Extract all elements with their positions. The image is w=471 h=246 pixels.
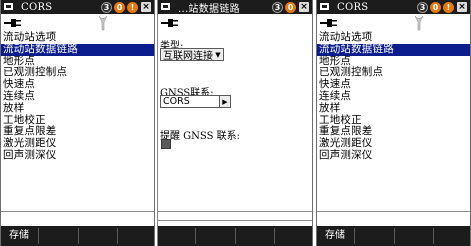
softkey-bar <box>158 226 312 246</box>
chevron-right-icon[interactable]: ▶ <box>220 95 231 108</box>
titlebar: CORS 3 0 ! × <box>1 0 154 14</box>
list-item-stakeout[interactable]: 放样 <box>317 102 470 115</box>
type-dropdown[interactable]: 互联网连接 ▼ <box>160 48 224 62</box>
softkey-bar: 存储 <box>1 226 154 246</box>
prompt-gnss-label: 提醒 GNSS 联系: <box>160 131 240 142</box>
divider <box>158 220 312 221</box>
options-list: 流动站选项 流动站数据链路 地形点 已观测控制点 快速点 连续点 放样 工地校正… <box>1 31 154 162</box>
satellite-status-icon[interactable]: 3 <box>272 1 283 13</box>
close-button[interactable]: × <box>141 2 151 12</box>
gnss-contact-field[interactable]: CORS ▶ <box>160 95 231 108</box>
titlebar: CORS 3 0 ! × <box>317 0 470 14</box>
softkey-2[interactable] <box>41 228 79 244</box>
receiver-status-icon[interactable]: 0 <box>430 1 441 13</box>
titlebar: ...站数据链路 3 0 × <box>158 0 312 15</box>
list-item-stakeout[interactable]: 放样 <box>1 102 154 115</box>
softkey-4[interactable] <box>276 228 312 244</box>
close-button[interactable]: × <box>457 2 467 12</box>
list-item-echo-sounder[interactable]: 回声测深仪 <box>317 149 470 162</box>
softkey-4[interactable] <box>119 228 154 244</box>
app-menu-icon[interactable] <box>4 2 15 12</box>
softkey-3[interactable] <box>237 228 275 244</box>
prompt-gnss-checkbox[interactable] <box>161 139 171 149</box>
window-title: CORS <box>337 1 369 13</box>
panel-right-survey-styles: CORS 3 0 ! × 流动站选项 流动站数据链路 地形点 已观测控制点 快速… <box>316 0 471 246</box>
softkey-bar: 存储 <box>317 226 470 246</box>
options-list: 流动站选项 流动站数据链路 地形点 已观测控制点 快速点 连续点 放样 工地校正… <box>317 31 470 162</box>
close-button[interactable]: × <box>299 2 309 12</box>
satellite-status-icon[interactable]: 3 <box>101 1 112 13</box>
plug-connection-icon <box>161 19 178 27</box>
softkey-2[interactable] <box>198 228 236 244</box>
panel-rover-radio: ...站数据链路 3 0 × 类型: 互联网连接 ▼ GNSS联系: CORS … <box>157 0 313 246</box>
store-softkey[interactable]: 存储 <box>317 228 355 244</box>
divider <box>158 211 312 212</box>
list-item-echo-sounder[interactable]: 回声测深仪 <box>1 149 154 162</box>
warning-icon[interactable]: ! <box>443 1 454 13</box>
panel-left-survey-styles: CORS 3 0 ! × 流动站选项 流动站数据链路 地形点 已观测控制点 快速… <box>0 0 155 246</box>
window-title: ...站数据链路 <box>178 3 240 15</box>
softkey-1[interactable] <box>158 228 196 244</box>
satellite-status-icon[interactable]: 3 <box>417 1 428 13</box>
softkey-3[interactable] <box>80 228 118 244</box>
divider <box>1 211 154 212</box>
app-menu-icon[interactable] <box>161 2 172 12</box>
softkey-3[interactable] <box>396 228 434 244</box>
gnss-contact-value[interactable]: CORS <box>160 95 220 108</box>
chevron-down-icon: ▼ <box>215 50 221 59</box>
window-title: CORS <box>21 1 53 13</box>
status-row <box>158 14 312 32</box>
status-row <box>1 14 154 32</box>
receiver-status-icon[interactable]: 0 <box>114 1 125 13</box>
plug-connection-icon <box>4 19 21 27</box>
softkey-2[interactable] <box>357 228 395 244</box>
receiver-status-icon[interactable]: 0 <box>285 1 296 13</box>
app-menu-icon[interactable] <box>320 2 331 12</box>
softkey-4[interactable] <box>435 228 470 244</box>
list-item-continuous-point[interactable]: 连续点 <box>317 90 470 103</box>
type-value: 互联网连接 <box>163 51 213 62</box>
divider <box>317 211 470 212</box>
list-item-rover-radio[interactable]: 流动站数据链路 <box>317 43 470 56</box>
store-softkey[interactable]: 存储 <box>1 228 39 244</box>
antenna-icon <box>98 15 108 31</box>
plug-connection-icon <box>320 19 337 27</box>
warning-icon[interactable]: ! <box>127 1 138 13</box>
status-row <box>317 14 470 32</box>
list-item-rover-radio[interactable]: 流动站数据链路 <box>1 43 154 56</box>
list-item-continuous-point[interactable]: 连续点 <box>1 90 154 103</box>
antenna-icon <box>414 15 424 31</box>
